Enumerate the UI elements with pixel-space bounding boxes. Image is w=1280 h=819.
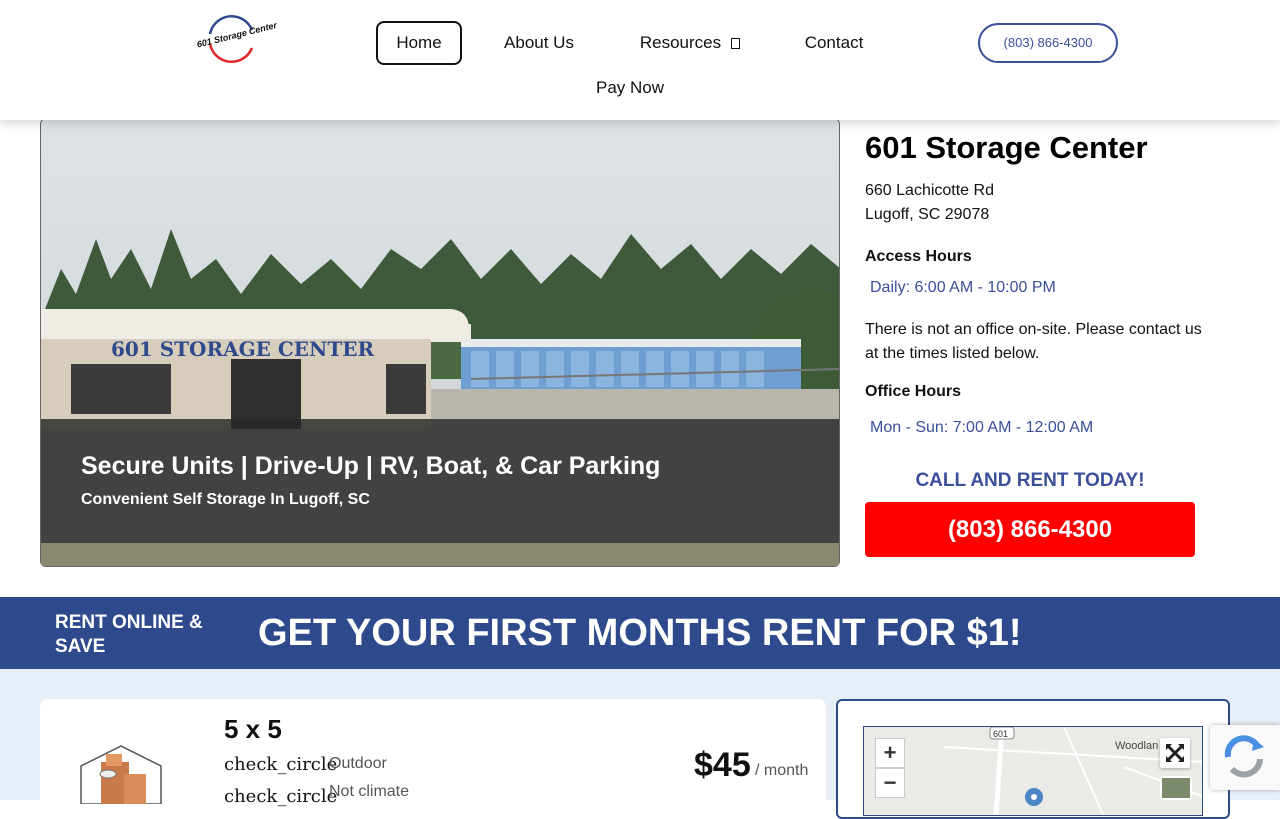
nav-resources-label: Resources bbox=[639, 33, 722, 52]
address-line-2: Lugoff, SC 29078 bbox=[865, 206, 990, 223]
access-hours-value: Daily: 6:00 AM - 10:00 PM bbox=[870, 279, 1056, 296]
call-phone-button[interactable]: (803) 866-4300 bbox=[865, 502, 1195, 557]
call-and-rent-heading: CALL AND RENT TODAY! bbox=[915, 470, 1145, 491]
map-satellite-toggle[interactable] bbox=[1160, 776, 1192, 800]
office-hours-label: Office Hours bbox=[865, 383, 962, 400]
address-line-1: 660 Lachicotte Rd bbox=[865, 182, 994, 199]
map-zoom-in-button[interactable]: + bbox=[875, 738, 905, 768]
storage-unit-icon bbox=[76, 744, 166, 805]
recaptcha-icon bbox=[1224, 735, 1264, 778]
promo-rent-online: RENT ONLINE & SAVE bbox=[55, 612, 203, 657]
nav-about-us[interactable]: About Us bbox=[495, 21, 583, 65]
unit-price-period: / month bbox=[755, 762, 809, 779]
map-place-label: Woodlan bbox=[1115, 740, 1159, 752]
map-fullscreen-button[interactable] bbox=[1160, 738, 1190, 768]
hero-caption-overlay bbox=[41, 419, 839, 543]
facility-name: 601 Storage Center bbox=[865, 130, 1148, 165]
nav-contact[interactable]: Contact bbox=[796, 21, 872, 65]
site-logo[interactable]: 601 Storage Center bbox=[196, 12, 278, 64]
check-circle-icon: check_circle bbox=[224, 754, 338, 775]
fullscreen-icon bbox=[1166, 744, 1184, 762]
office-hours-value: Mon - Sun: 7:00 AM - 12:00 AM bbox=[870, 419, 1094, 436]
promo-banner: RENT ONLINE & SAVE GET YOUR FIRST MONTHS… bbox=[0, 597, 1280, 669]
unit-feature-climate: Not climate bbox=[329, 783, 410, 800]
header-phone-button[interactable]: (803) 866-4300 bbox=[978, 23, 1118, 63]
dropdown-caret-icon bbox=[731, 38, 741, 50]
site-header: 601 Storage Center Home About Us Resourc… bbox=[0, 0, 1280, 120]
recaptcha-badge[interactable] bbox=[1210, 725, 1280, 790]
nav-resources[interactable]: Resources bbox=[630, 21, 750, 65]
unit-size: 5 x 5 bbox=[224, 714, 282, 744]
hero-title: Secure Units | Drive-Up | RV, Boat, & Ca… bbox=[81, 452, 661, 480]
nav-pay-now[interactable]: Pay Now bbox=[588, 66, 672, 110]
hero-subtitle: Convenient Self Storage In Lugoff, SC bbox=[81, 491, 370, 508]
route-label: 601 bbox=[993, 729, 1008, 739]
hero-banner: 601 STORAGE CENTER Secure Units | Drive-… bbox=[40, 118, 840, 567]
unit-feature-outdoor: Outdoor bbox=[329, 755, 387, 772]
office-note: There is not an office on-site. Please c… bbox=[865, 321, 1202, 362]
unit-price: $45 bbox=[694, 746, 751, 784]
sign-text: 601 STORAGE CENTER bbox=[111, 337, 374, 361]
nav-home[interactable]: Home bbox=[376, 21, 462, 65]
promo-headline: GET YOUR FIRST MONTHS RENT FOR $1! bbox=[258, 612, 1022, 654]
map-zoom-out-button[interactable]: − bbox=[875, 768, 905, 798]
check-circle-icon: check_circle bbox=[224, 786, 338, 807]
access-hours-label: Access Hours bbox=[865, 248, 972, 265]
